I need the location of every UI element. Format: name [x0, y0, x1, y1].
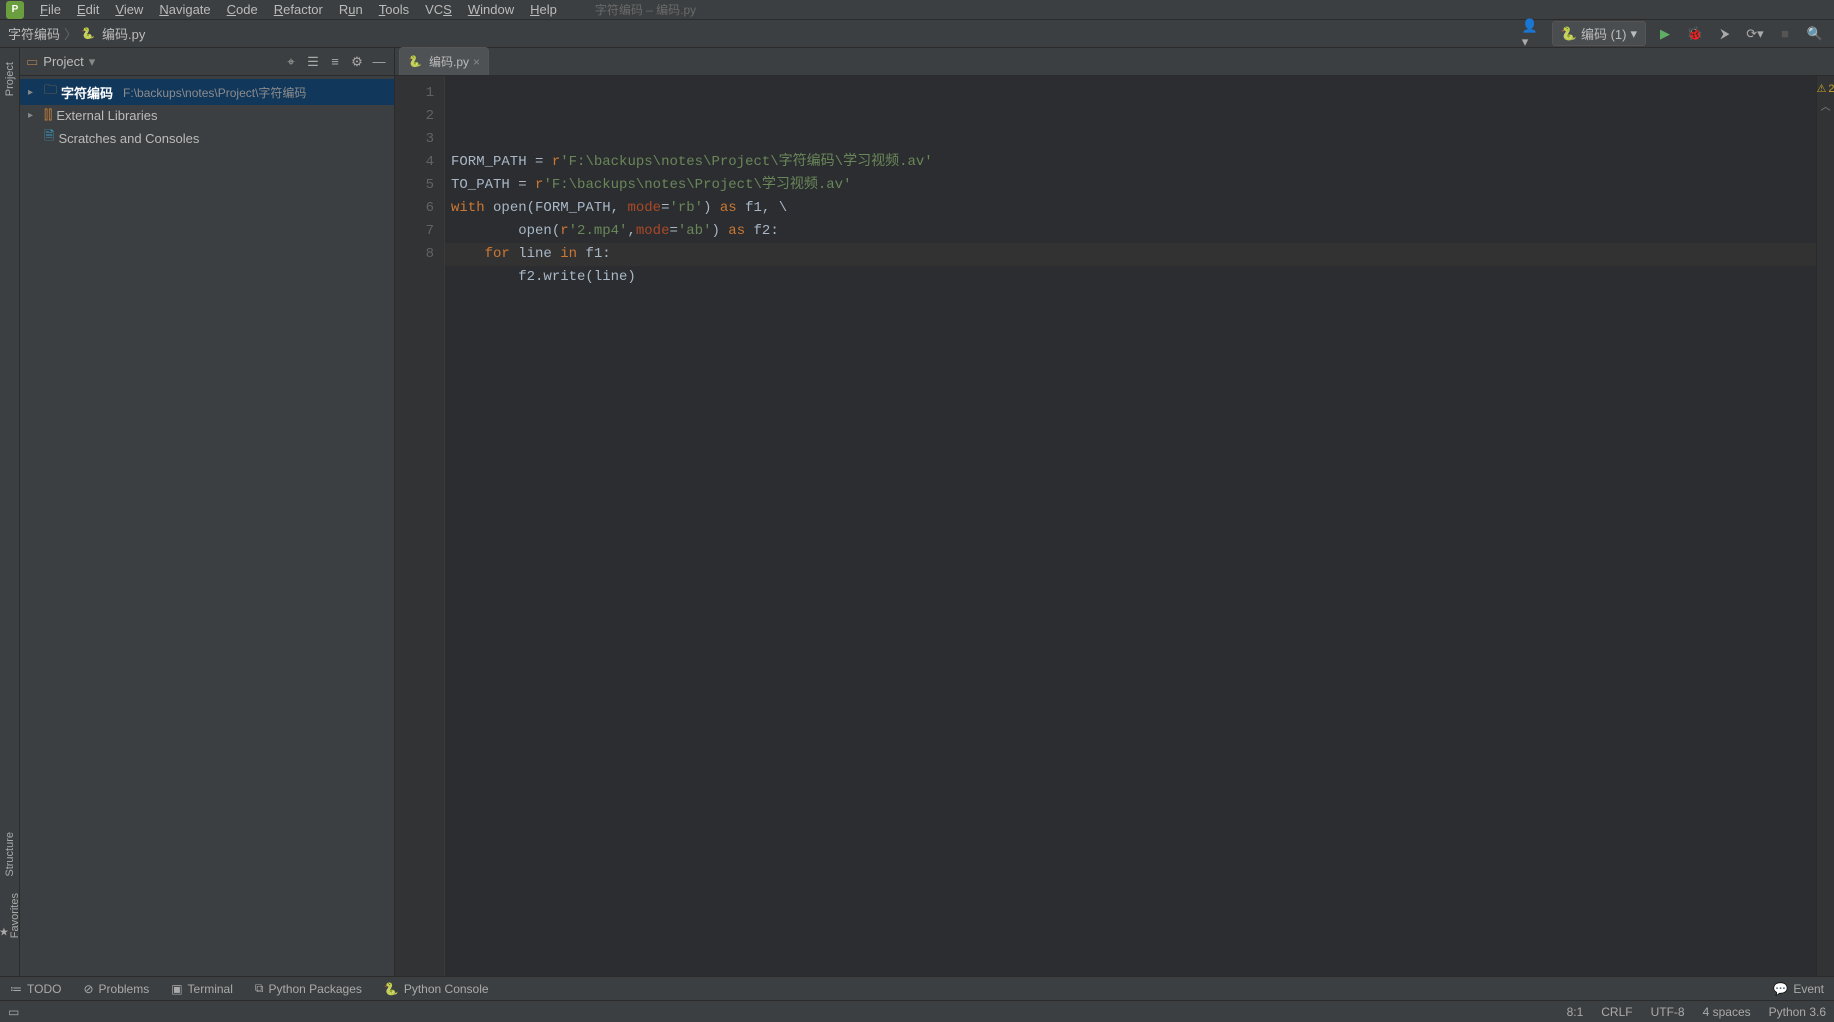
app-logo-icon: P: [6, 1, 24, 19]
statusbar-left-icon[interactable]: ▭: [8, 1005, 19, 1019]
python-file-icon: 🐍: [81, 27, 95, 41]
tree-root[interactable]: ▸ 🗀 字符编码 F:\backups\notes\Project\字符编码: [20, 79, 394, 105]
event-log[interactable]: 💬Event: [1773, 982, 1824, 996]
editor-tab[interactable]: 🐍 编码.py ×: [399, 47, 489, 75]
tool-packages[interactable]: ⧉Python Packages: [255, 981, 362, 996]
expand-all-icon[interactable]: ☰: [304, 53, 322, 71]
menu-refactor[interactable]: Refactor: [266, 2, 331, 17]
menu-view[interactable]: View: [107, 2, 151, 17]
run-config-selector[interactable]: 🐍 编码 (1) ▾: [1552, 21, 1646, 46]
tree-external-libs[interactable]: ▸ ⫿⫿ External Libraries: [20, 105, 394, 125]
editor-body: 12345678 FORM_PATH = r'F:\backups\notes\…: [395, 76, 1834, 976]
statusbar: ▭ 8:1 CRLF UTF-8 4 spaces Python 3.6: [0, 1000, 1834, 1022]
toolbar: 字符编码 〉 🐍 编码.py 👤▾ 🐍 编码 (1) ▾ ▶ 🐞 ⮞ ⟳▾ ■ …: [0, 20, 1834, 48]
menu-code[interactable]: Code: [219, 2, 266, 17]
breadcrumb-root[interactable]: 字符编码: [8, 24, 60, 43]
menu-vcs[interactable]: VCS: [417, 2, 460, 17]
tool-terminal[interactable]: ▣Terminal: [171, 982, 233, 996]
tool-structure-tab[interactable]: Structure: [4, 832, 16, 877]
library-icon: ⫿⫿: [44, 107, 52, 123]
project-panel-header: ▭ Project ▾ ⌖ ☰ ≡ ⚙ —: [20, 48, 394, 76]
left-tool-strip: Project Structure Favorites: [0, 48, 20, 976]
python-icon: 🐍: [1561, 26, 1577, 42]
run-config-label: 编码 (1): [1581, 24, 1627, 43]
chevron-right-icon[interactable]: ▸: [28, 87, 40, 98]
collapse-all-icon[interactable]: ≡: [326, 53, 344, 71]
tree-root-path: F:\backups\notes\Project\字符编码: [123, 84, 306, 101]
hide-icon[interactable]: —: [370, 53, 388, 71]
editor-tabs: 🐍 编码.py ×: [395, 48, 1834, 76]
chevron-down-icon: ▾: [1630, 26, 1637, 42]
tab-label: 编码.py: [429, 53, 469, 70]
python-icon: 🐍: [384, 982, 399, 996]
tool-todo[interactable]: ≔TODO: [10, 982, 61, 996]
menubar: P File Edit View Navigate Code Refactor …: [0, 0, 1834, 20]
project-panel: ▭ Project ▾ ⌖ ☰ ≡ ⚙ — ▸ 🗀 字符编码 F:\backup…: [20, 48, 395, 976]
sdk-label[interactable]: Python 3.6: [1769, 1005, 1826, 1019]
menu-tools[interactable]: Tools: [371, 2, 417, 17]
folder-icon: ▭: [26, 54, 38, 70]
file-encoding[interactable]: UTF-8: [1651, 1005, 1685, 1019]
close-tab-icon[interactable]: ×: [473, 55, 480, 69]
current-line-highlight: [445, 243, 1816, 266]
list-icon: ≔: [10, 982, 22, 996]
folder-icon: 🗀: [44, 81, 57, 103]
menu-help[interactable]: Help: [522, 2, 565, 17]
search-everywhere-button[interactable]: 🔍: [1804, 23, 1826, 45]
tree-scratches[interactable]: 🗎 Scratches and Consoles: [20, 125, 394, 151]
warning-icon: ⊘: [83, 982, 93, 996]
code-editor[interactable]: FORM_PATH = r'F:\backups\notes\Project\字…: [445, 76, 1816, 976]
user-icon[interactable]: 👤▾: [1522, 23, 1544, 45]
menu-file[interactable]: File: [32, 2, 69, 17]
profile-button[interactable]: ⟳▾: [1744, 23, 1766, 45]
bottom-tool-strip: ≔TODO ⊘Problems ▣Terminal ⧉Python Packag…: [0, 976, 1834, 1000]
chevron-right-icon[interactable]: ▸: [28, 110, 40, 121]
warning-badge[interactable]: ⚠2: [1817, 82, 1834, 95]
locate-icon[interactable]: ⌖: [282, 53, 300, 71]
menu-navigate[interactable]: Navigate: [151, 2, 218, 17]
tree-root-name: 字符编码: [61, 83, 113, 102]
main-area: Project Structure Favorites ▭ Project ▾ …: [0, 48, 1834, 976]
breadcrumb-sep: 〉: [64, 24, 77, 43]
chevron-up-icon[interactable]: ︿: [1821, 98, 1831, 113]
coverage-button[interactable]: ⮞: [1714, 23, 1736, 45]
chevron-down-icon[interactable]: ▾: [89, 54, 96, 70]
tool-favorites-tab[interactable]: Favorites: [0, 893, 20, 938]
indent-setting[interactable]: 4 spaces: [1703, 1005, 1751, 1019]
breadcrumb-file[interactable]: 编码.py: [102, 24, 145, 43]
tool-project-tab[interactable]: Project: [4, 62, 16, 96]
package-icon: ⧉: [255, 981, 264, 996]
inspection-gutter: ⚠2 ︿: [1816, 76, 1834, 976]
tool-problems[interactable]: ⊘Problems: [83, 982, 149, 996]
speech-icon: 💬: [1773, 982, 1788, 996]
line-gutter: 12345678: [395, 76, 445, 976]
project-tree: ▸ 🗀 字符编码 F:\backups\notes\Project\字符编码 ▸…: [20, 76, 394, 154]
editor-area: 🐍 编码.py × 12345678 FORM_PATH = r'F:\back…: [395, 48, 1834, 976]
line-separator[interactable]: CRLF: [1601, 1005, 1632, 1019]
menu-edit[interactable]: Edit: [69, 2, 107, 17]
tree-external-label: External Libraries: [56, 108, 157, 123]
caret-position[interactable]: 8:1: [1567, 1005, 1584, 1019]
run-button[interactable]: ▶: [1654, 23, 1676, 45]
project-panel-title[interactable]: Project: [43, 54, 83, 69]
terminal-icon: ▣: [171, 982, 182, 996]
tool-console[interactable]: 🐍Python Console: [384, 982, 489, 996]
window-title: 字符编码 – 编码.py: [595, 1, 696, 18]
tree-scratches-label: Scratches and Consoles: [58, 131, 199, 146]
stop-button[interactable]: ■: [1774, 23, 1796, 45]
menu-run[interactable]: Run: [331, 2, 371, 17]
scratch-icon: 🗎: [44, 127, 54, 149]
settings-icon[interactable]: ⚙: [348, 53, 366, 71]
debug-button[interactable]: 🐞: [1684, 23, 1706, 45]
python-file-icon: 🐍: [408, 55, 422, 69]
breadcrumb: 字符编码 〉 🐍 编码.py: [8, 24, 145, 43]
menu-window[interactable]: Window: [460, 2, 522, 17]
